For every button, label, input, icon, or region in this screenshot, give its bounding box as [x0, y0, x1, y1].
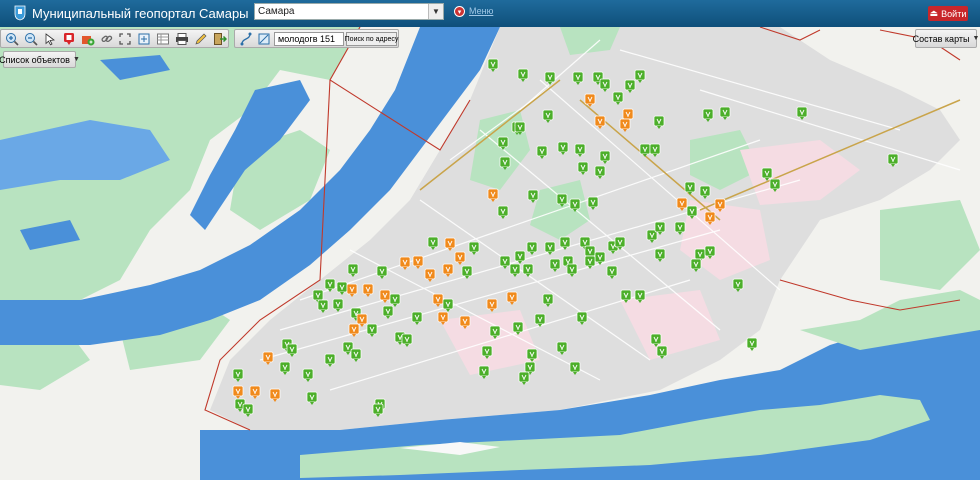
app-title: Муниципальный геопортал Самары: [32, 6, 249, 21]
login-icon: ⏏: [929, 8, 939, 18]
city-select-value: Самара: [258, 6, 295, 17]
menu-toggle-icon[interactable]: ▾: [454, 6, 465, 17]
address-search-button[interactable]: Поиск по адресу: [345, 32, 398, 46]
address-search-group: Поиск по адресу: [234, 29, 399, 48]
objects-list-label: Список объектов: [0, 54, 70, 65]
pointer-icon[interactable]: [42, 31, 59, 46]
exit-icon[interactable]: [211, 31, 228, 46]
table-icon[interactable]: [155, 31, 172, 46]
city-emblem-icon: [14, 5, 26, 21]
login-button[interactable]: ⏏ Войти: [928, 6, 968, 21]
measure-icon[interactable]: [255, 31, 272, 46]
login-label: Войти: [941, 8, 967, 19]
edit-icon[interactable]: [192, 31, 209, 46]
map-toolbar: [0, 29, 229, 48]
header-bar: Муниципальный геопортал Самары Самара ▼ …: [0, 0, 980, 27]
fullscreen-icon[interactable]: [117, 31, 134, 46]
print-icon[interactable]: [173, 31, 190, 46]
marker-icon[interactable]: [60, 31, 77, 46]
address-search-input[interactable]: [274, 32, 344, 46]
chevron-down-icon[interactable]: ▼: [428, 4, 443, 19]
objects-list-button[interactable]: Список объектов ▼: [0, 51, 80, 68]
map-layers-button[interactable]: Состав карты ▼: [912, 29, 980, 48]
menu-link[interactable]: Меню: [469, 6, 493, 16]
chevron-down-icon: ▼: [72, 56, 80, 63]
map-layers-label: Состав карты: [912, 33, 970, 44]
zoom-in-icon[interactable]: [4, 31, 21, 46]
link-icon[interactable]: [98, 31, 115, 46]
extent-icon[interactable]: [136, 31, 153, 46]
add-object-icon[interactable]: [79, 31, 96, 46]
map-canvas[interactable]: [0, 27, 980, 480]
chevron-down-icon: ▼: [972, 35, 980, 42]
zoom-out-icon[interactable]: [23, 31, 40, 46]
city-select[interactable]: Самара ▼: [254, 3, 444, 20]
route-icon[interactable]: [237, 31, 254, 46]
